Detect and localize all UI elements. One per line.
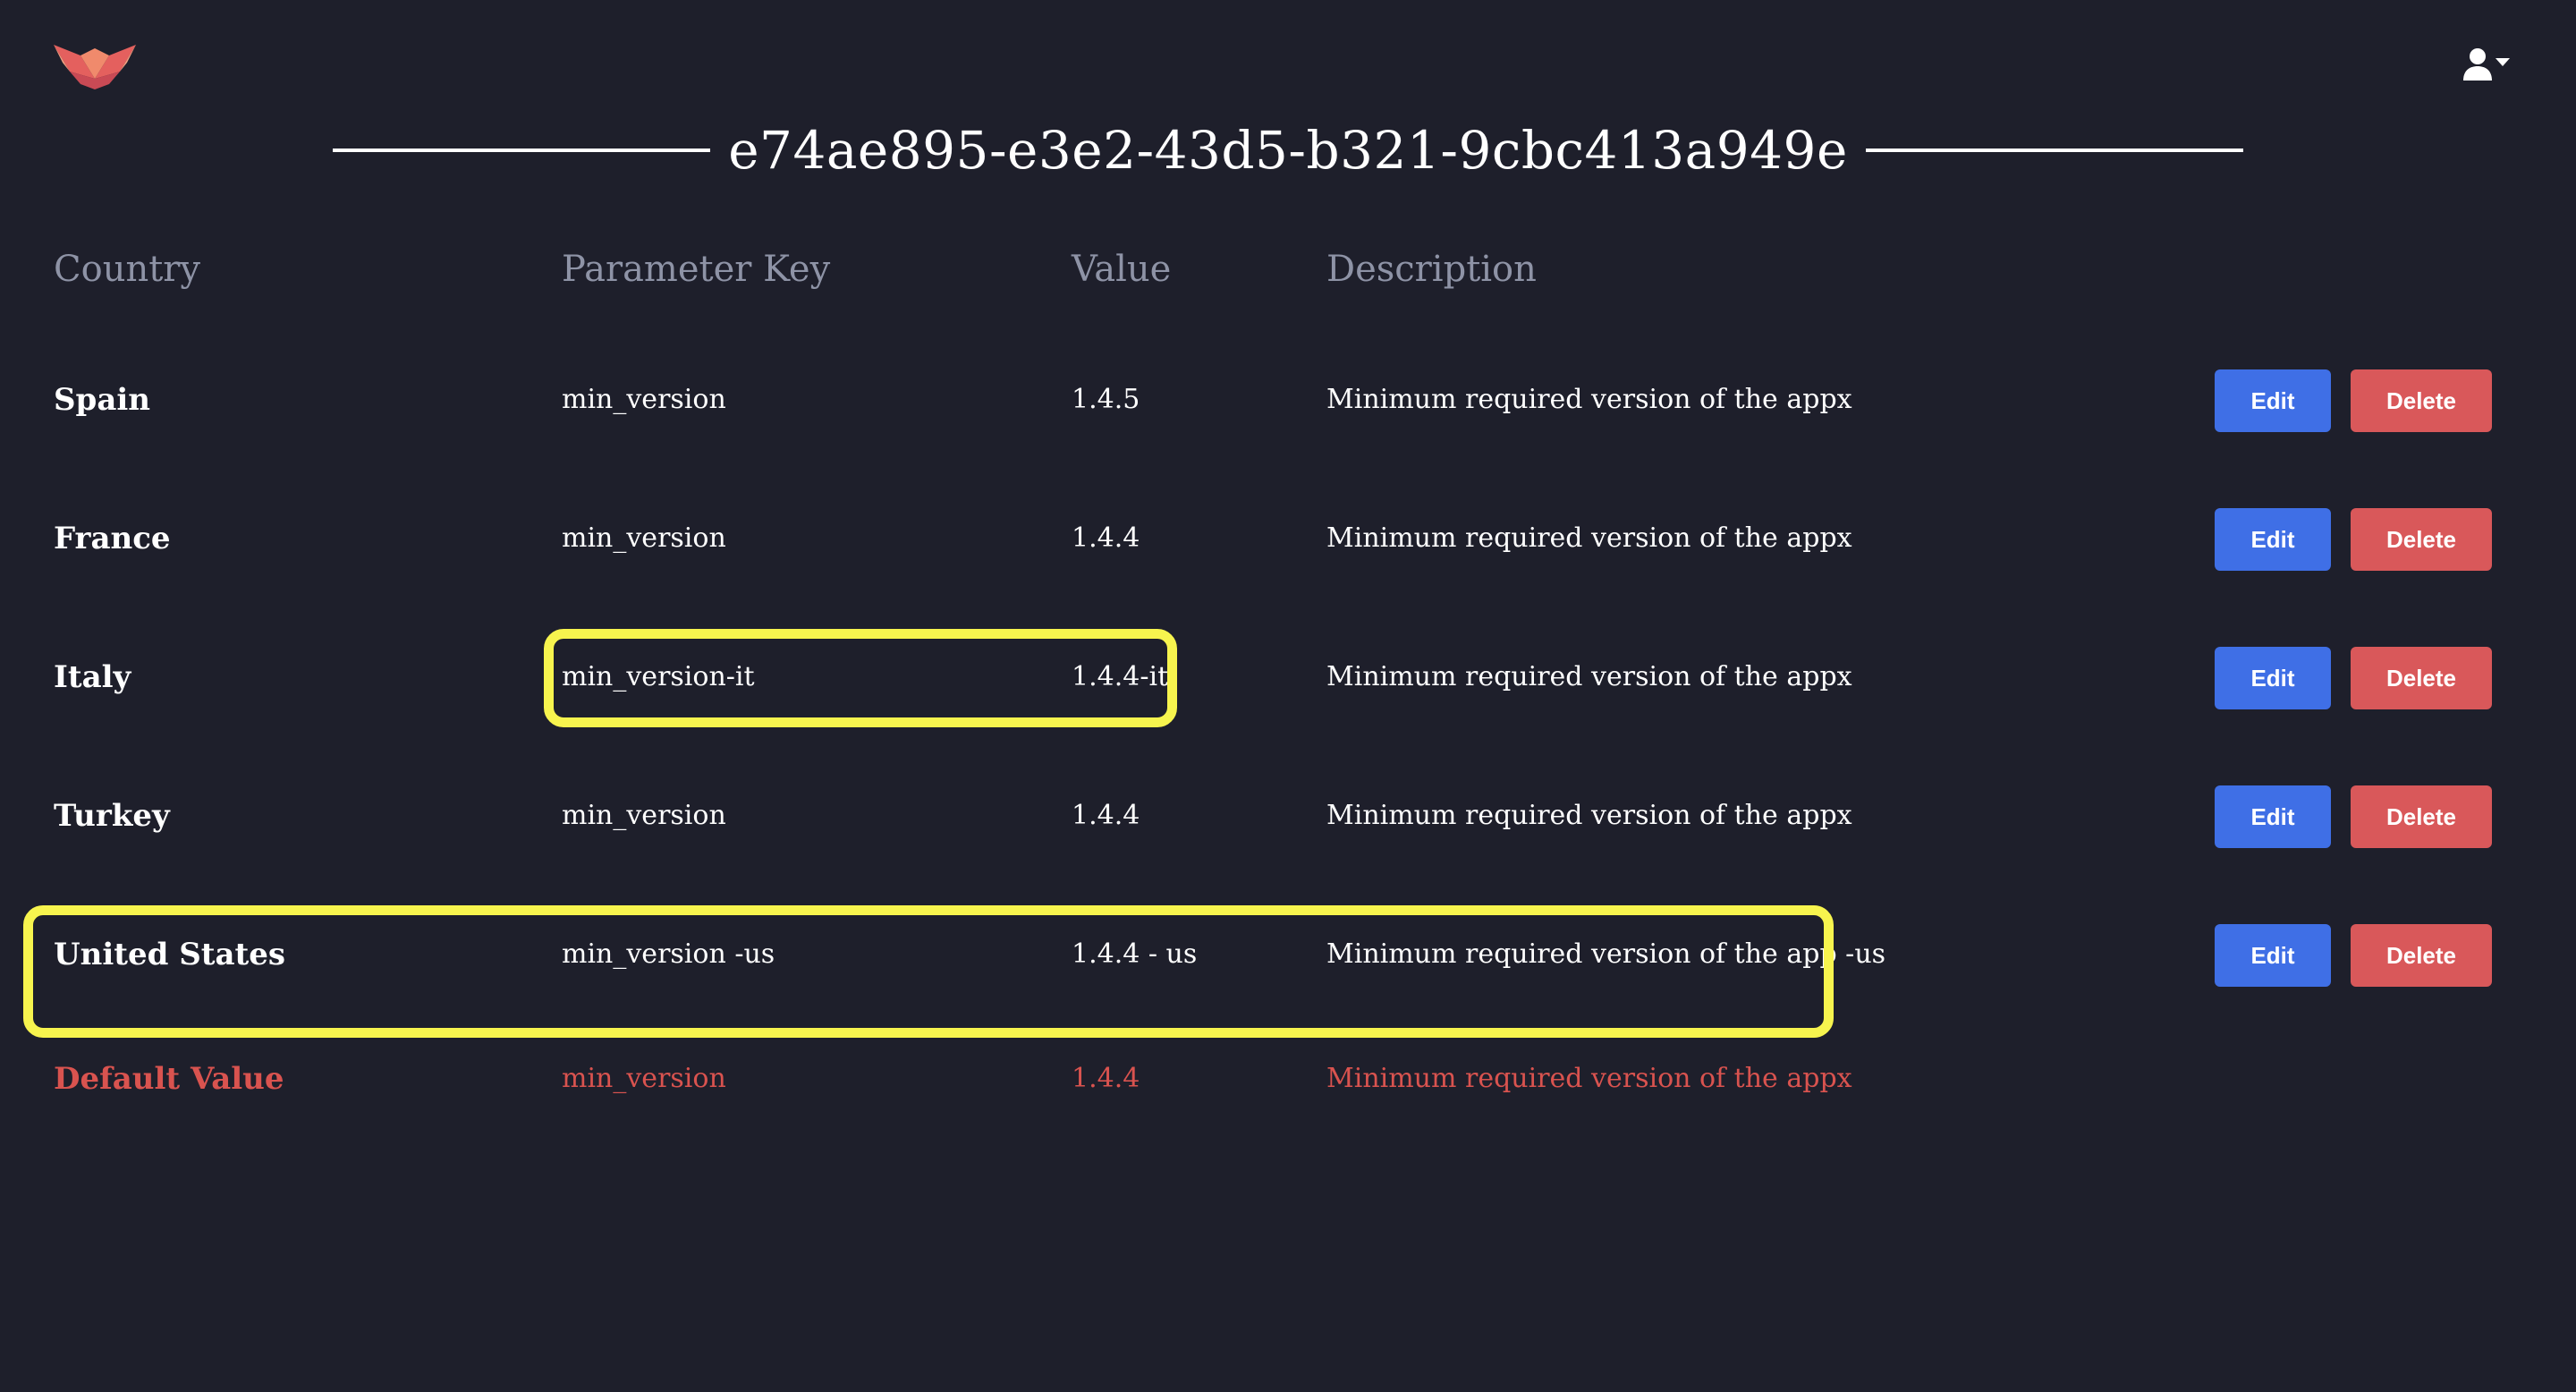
- column-header-value: Value: [1072, 249, 1172, 290]
- title-divider-right: [1865, 149, 2243, 152]
- column-header-description: Description: [1326, 249, 1537, 290]
- edit-button[interactable]: Edit: [2215, 924, 2331, 987]
- description-cell: Minimum required version of the app -us: [1326, 938, 1886, 970]
- delete-button[interactable]: Delete: [2351, 369, 2492, 432]
- table-row: France min_version 1.4.4 Minimum require…: [0, 503, 2576, 574]
- table-row: Spain min_version 1.4.5 Minimum required…: [0, 364, 2576, 436]
- table-row: Turkey min_version 1.4.4 Minimum require…: [0, 780, 2576, 852]
- parameter-key-cell: min_version: [562, 800, 726, 831]
- column-header-country: Country: [54, 249, 201, 290]
- parameter-key-cell: min_version: [562, 384, 726, 415]
- parameter-key-cell: min_version -us: [562, 938, 775, 970]
- user-dropdown-icon[interactable]: [2462, 47, 2512, 82]
- edit-button[interactable]: Edit: [2215, 508, 2331, 571]
- edit-button[interactable]: Edit: [2215, 369, 2331, 432]
- page-title-text: e74ae895-e3e2-43d5-b321-9cbc413a949e: [728, 120, 1848, 181]
- edit-button[interactable]: Edit: [2215, 647, 2331, 709]
- value-cell: 1.4.5: [1072, 384, 1140, 415]
- value-cell: 1.4.4 - us: [1072, 938, 1198, 970]
- country-cell: Italy: [54, 659, 131, 695]
- title-divider-left: [333, 149, 711, 152]
- default-description-cell: Minimum required version of the appx: [1326, 1063, 1852, 1094]
- value-cell: 1.4.4-it: [1072, 661, 1169, 692]
- country-cell: France: [54, 521, 171, 556]
- page-title: e74ae895-e3e2-43d5-b321-9cbc413a949e: [333, 111, 2243, 190]
- page: e74ae895-e3e2-43d5-b321-9cbc413a949e Cou…: [0, 0, 2576, 1392]
- description-cell: Minimum required version of the appx: [1326, 522, 1852, 554]
- country-cell: Spain: [54, 382, 150, 418]
- edit-button[interactable]: Edit: [2215, 785, 2331, 848]
- fox-logo-icon[interactable]: [54, 36, 136, 93]
- delete-button[interactable]: Delete: [2351, 508, 2492, 571]
- country-cell: Turkey: [54, 798, 170, 834]
- default-value-cell: 1.4.4: [1072, 1063, 1140, 1094]
- table-row: United States min_version -us 1.4.4 - us…: [0, 919, 2576, 990]
- default-parameter-key-cell: min_version: [562, 1063, 726, 1094]
- parameter-key-cell: min_version-it: [562, 661, 755, 692]
- description-cell: Minimum required version of the appx: [1326, 661, 1852, 692]
- delete-button[interactable]: Delete: [2351, 924, 2492, 987]
- country-cell: United States: [54, 937, 286, 972]
- parameter-key-cell: min_version: [562, 522, 726, 554]
- value-cell: 1.4.4: [1072, 800, 1140, 831]
- column-header-parameter-key: Parameter Key: [562, 249, 831, 290]
- default-country-cell: Default Value: [54, 1061, 284, 1097]
- description-cell: Minimum required version of the appx: [1326, 384, 1852, 415]
- table-row: Italy min_version-it 1.4.4-it Minimum re…: [0, 641, 2576, 713]
- description-cell: Minimum required version of the appx: [1326, 800, 1852, 831]
- delete-button[interactable]: Delete: [2351, 785, 2492, 848]
- default-value-row: Default Value min_version 1.4.4 Minimum …: [0, 1043, 2576, 1115]
- value-cell: 1.4.4: [1072, 522, 1140, 554]
- delete-button[interactable]: Delete: [2351, 647, 2492, 709]
